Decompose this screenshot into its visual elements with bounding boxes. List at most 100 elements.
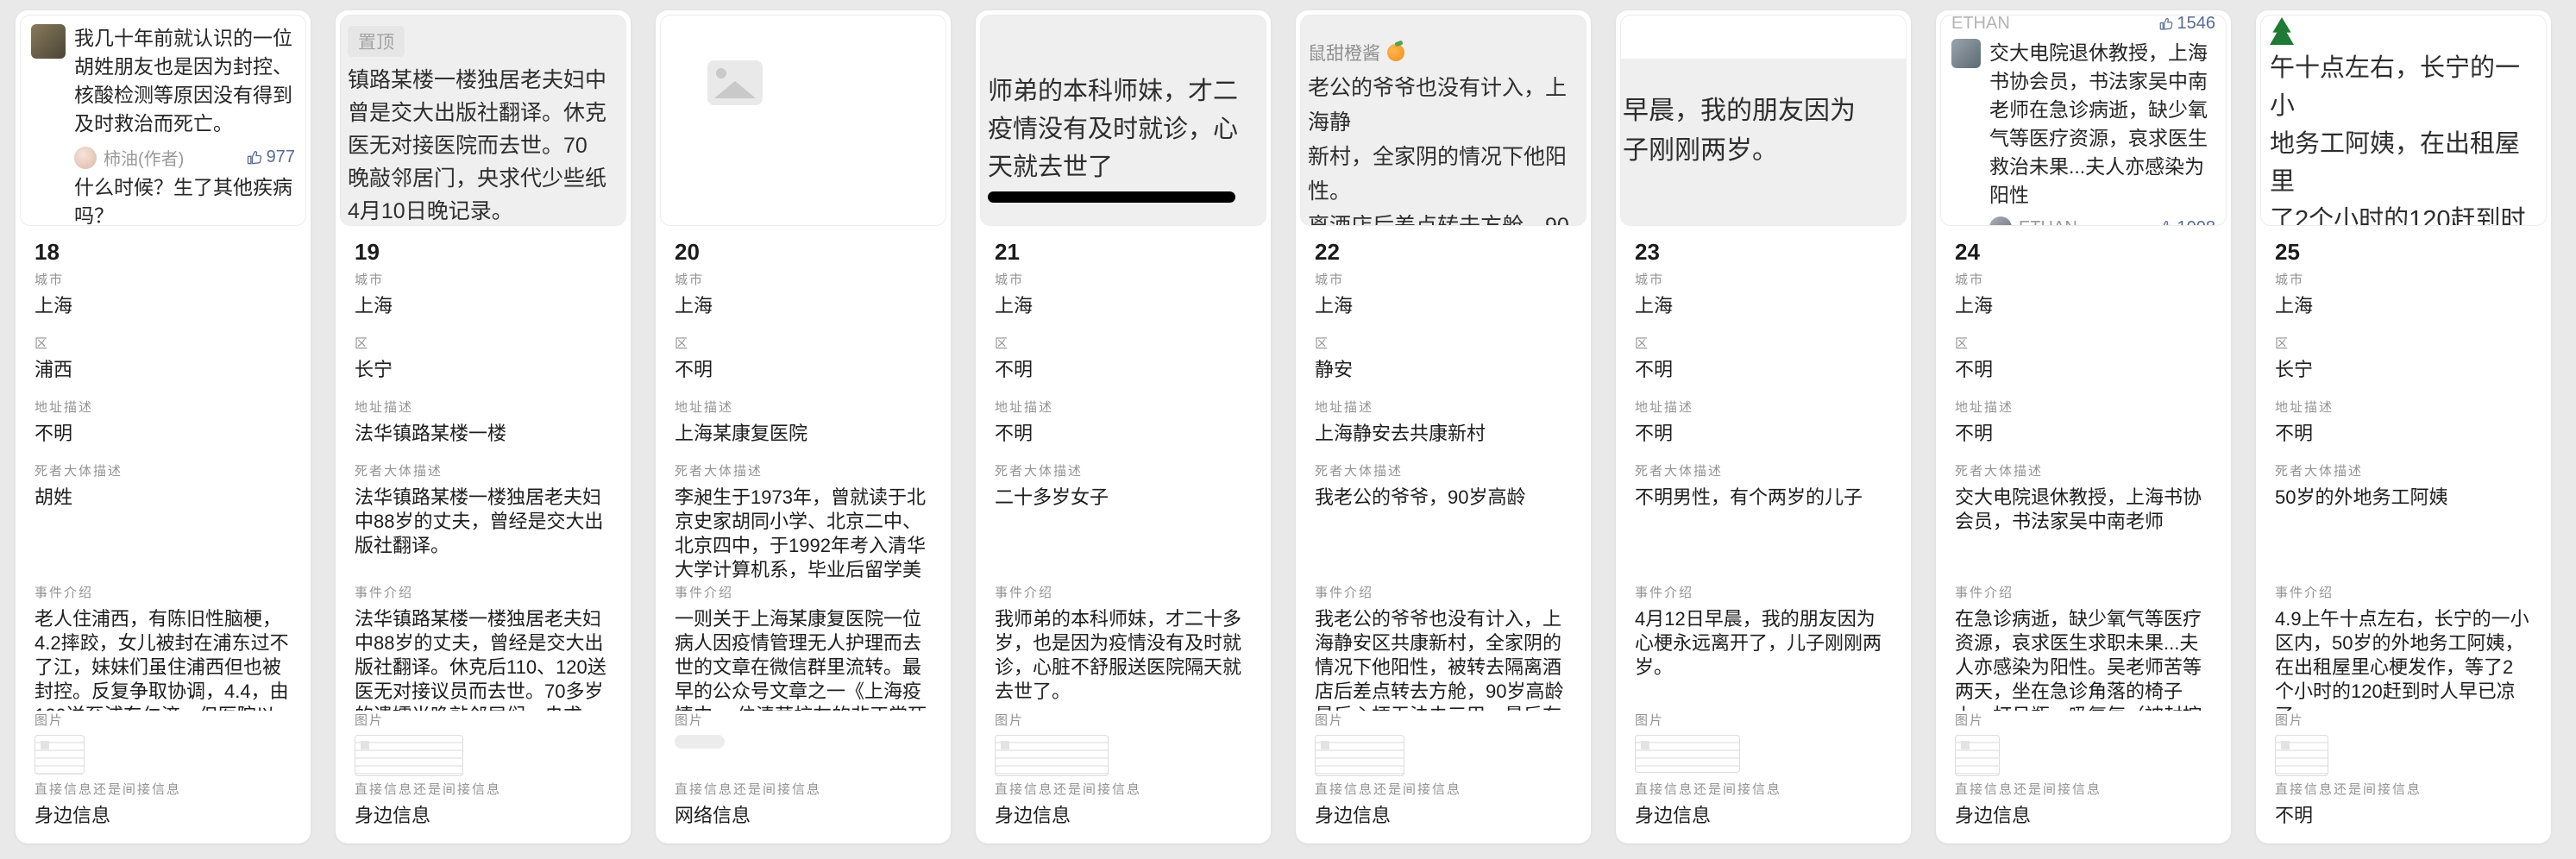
record-gallery: 我几十年前就认识的一位胡姓朋友也是因为封控、核酸检测等原因没有得到及时救治而死亡… xyxy=(0,0,2576,843)
field-value-deceased: 我老公的爷爷，90岁高龄 xyxy=(1315,486,1572,583)
record-card-25[interactable]: 午十点左右，长宁的一小 地务工阿姨，在出租屋里 了2个小时的120赶到时 25 … xyxy=(2256,10,2551,843)
field-label-address: 地址描述 xyxy=(1315,399,1572,417)
field-label-image: 图片 xyxy=(1635,712,1892,730)
attachment-screenshot[interactable]: 置顶 镇路某楼一楼独居老夫妇中 曾是交大出版社翻译。休克 医无对接医院而去世。7… xyxy=(340,15,626,226)
field-label-district: 区 xyxy=(355,335,612,353)
field-value-event: 我师弟的本科师妹，才二十多岁，也是因为疫情没有及时就诊，心脏不舒服送医院隔天就去… xyxy=(995,607,1252,711)
field-label-deceased: 死者大体描述 xyxy=(675,463,932,480)
tree-emoji xyxy=(2270,17,2294,45)
field-label-event: 事件介绍 xyxy=(995,585,1252,602)
field-label-deceased: 死者大体描述 xyxy=(35,463,292,480)
field-value-district: 不明 xyxy=(995,358,1252,382)
attachment-screenshot[interactable] xyxy=(660,15,946,226)
field-value-direct: 网络信息 xyxy=(675,804,932,828)
attachment-screenshot[interactable]: 午十点左右，长宁的一小 地务工阿姨，在出租屋里 了2个小时的120赶到时 xyxy=(2260,15,2547,226)
commenter-name: ETHAN xyxy=(2019,218,2077,227)
field-label-direct: 直接信息还是间接信息 xyxy=(2275,781,2532,799)
record-card-23[interactable]: 早晨，我的朋友因为 子刚刚两岁。 23 城市 上海 区 不明 地址描述 不明 死… xyxy=(1616,10,1911,843)
field-label-image: 图片 xyxy=(2275,712,2532,730)
attachment-thumbnail[interactable] xyxy=(355,735,463,776)
field-value-address: 不明 xyxy=(35,422,292,446)
field-value-direct: 身边信息 xyxy=(35,804,292,828)
field-value-district: 不明 xyxy=(1635,358,1892,382)
field-label-event: 事件介绍 xyxy=(1315,585,1572,602)
attachment-thumbnail[interactable] xyxy=(2275,735,2328,776)
field-value-address: 不明 xyxy=(995,422,1252,446)
attachment-thumbnail[interactable] xyxy=(1955,735,2000,776)
field-label-direct: 直接信息还是间接信息 xyxy=(35,781,292,799)
redaction-bar xyxy=(988,191,1235,203)
field-value-district: 不明 xyxy=(1955,358,2212,382)
record-fields: 19 城市 上海 区 长宁 地址描述 法华镇路某楼一楼 死者大体描述 法华镇路某… xyxy=(336,237,631,828)
field-value-direct: 不明 xyxy=(2275,804,2532,828)
attachment-thumbnail[interactable] xyxy=(675,735,725,749)
field-label-direct: 直接信息还是间接信息 xyxy=(995,781,1252,799)
field-value-event: 我老公的爷爷也没有计入，上海静安区共康新村，全家阴的情况下他阳性，被转去隔离酒店… xyxy=(1315,607,1572,711)
field-label-city: 城市 xyxy=(35,272,292,289)
like-count: 1008 xyxy=(2157,218,2216,227)
post-text: 师弟的本科师妹，才二 疫情没有及时就诊，心 天就去世了 xyxy=(988,72,1257,186)
record-fields: 23 城市 上海 区 不明 地址描述 不明 死者大体描述 不明男性，有个两岁的儿… xyxy=(1616,237,1911,828)
field-value-district: 不明 xyxy=(675,358,932,382)
field-value-city: 上海 xyxy=(1635,294,1892,318)
field-value-deceased: 二十多岁女子 xyxy=(995,486,1252,583)
attachment-thumbnail[interactable] xyxy=(995,735,1109,776)
field-value-city: 上海 xyxy=(995,294,1252,318)
comment-text: 什么时候？生了其他疾病吗？ xyxy=(74,173,295,226)
field-label-address: 地址描述 xyxy=(35,399,292,417)
attachment-screenshot[interactable]: 早晨，我的朋友因为 子刚刚两岁。 xyxy=(1620,15,1907,226)
record-card-21[interactable]: 师弟的本科师妹，才二 疫情没有及时就诊，心 天就去世了 21 城市 上海 区 不… xyxy=(976,10,1271,843)
field-label-direct: 直接信息还是间接信息 xyxy=(1315,781,1572,799)
field-value-address: 不明 xyxy=(1635,422,1892,446)
field-label-deceased: 死者大体描述 xyxy=(1315,463,1572,480)
field-label-city: 城市 xyxy=(995,272,1252,289)
record-card-24[interactable]: ETHAN 1546 交大电院退休教授，上海书协会员，书法家吴中南老师在急诊病逝… xyxy=(1936,10,2231,843)
record-fields: 21 城市 上海 区 不明 地址描述 不明 死者大体描述 二十多岁女子 事件介绍… xyxy=(976,237,1271,828)
field-label-address: 地址描述 xyxy=(995,399,1252,417)
field-label-address: 地址描述 xyxy=(2275,399,2532,417)
record-card-20[interactable]: 20 城市 上海 区 不明 地址描述 上海某康复医院 死者大体描述 李昶生于19… xyxy=(656,10,951,843)
field-label-city: 城市 xyxy=(355,272,612,289)
field-value-district: 长宁 xyxy=(355,358,612,382)
thumbs-up-icon xyxy=(246,149,263,166)
record-card-22[interactable]: 鼠甜橙酱 老公的爷爷也没有计入，上海静 新村，全家阴的情况下他阳性。 离酒店后差… xyxy=(1296,10,1591,843)
attachment-thumbnail[interactable] xyxy=(35,735,85,774)
post-text: 交大电院退休教授，上海书协会员，书法家吴中南老师在急诊病逝，缺少氧气等医疗资源，… xyxy=(1989,39,2215,210)
field-label-deceased: 死者大体描述 xyxy=(1955,463,2212,480)
field-label-image: 图片 xyxy=(1955,712,2212,730)
attachment-screenshot[interactable]: 鼠甜橙酱 老公的爷爷也没有计入，上海静 新村，全家阴的情况下他阳性。 离酒店后差… xyxy=(1300,15,1586,226)
field-label-district: 区 xyxy=(35,335,292,353)
post-text: 老公的爷爷也没有计入，上海静 新村，全家阴的情况下他阳性。 离酒店后差点转去方舱… xyxy=(1308,71,1577,226)
field-label-district: 区 xyxy=(995,335,1252,353)
tangerine-emoji xyxy=(1387,44,1404,61)
avatar xyxy=(74,147,97,169)
field-label-deceased: 死者大体描述 xyxy=(995,463,1252,480)
attachment-screenshot[interactable]: 师弟的本科师妹，才二 疫情没有及时就诊，心 天就去世了 xyxy=(980,15,1266,226)
attachment-thumbnail[interactable] xyxy=(1635,735,1740,773)
field-value-city: 上海 xyxy=(2275,294,2532,318)
record-card-18[interactable]: 我几十年前就认识的一位胡姓朋友也是因为封控、核酸检测等原因没有得到及时救治而死亡… xyxy=(16,10,311,843)
field-value-address: 上海某康复医院 xyxy=(675,422,932,446)
field-value-address: 不明 xyxy=(1955,422,2212,446)
field-label-address: 地址描述 xyxy=(675,399,932,417)
field-value-city: 上海 xyxy=(35,294,292,318)
record-fields: 22 城市 上海 区 静安 地址描述 上海静安去共康新村 死者大体描述 我老公的… xyxy=(1296,237,1591,828)
field-value-address: 法华镇路某楼一楼 xyxy=(355,422,612,446)
field-label-city: 城市 xyxy=(2275,272,2532,289)
field-label-direct: 直接信息还是间接信息 xyxy=(355,781,612,799)
attachment-screenshot[interactable]: ETHAN 1546 交大电院退休教授，上海书协会员，书法家吴中南老师在急诊病逝… xyxy=(1940,15,2227,226)
field-value-district: 静安 xyxy=(1315,358,1572,382)
record-fields: 18 城市 上海 区 浦西 地址描述 不明 死者大体描述 胡姓 事件介绍 老人住… xyxy=(16,237,311,828)
attachment-screenshot[interactable]: 我几十年前就认识的一位胡姓朋友也是因为封控、核酸检测等原因没有得到及时救治而死亡… xyxy=(20,15,306,226)
commenter-name: 柿油(作者) xyxy=(104,145,184,170)
attachment-thumbnail[interactable] xyxy=(1315,735,1404,776)
field-label-address: 地址描述 xyxy=(1955,399,2212,417)
field-value-event: 在急诊病逝，缺少氧气等医疗资源，哀求医生求职未果...夫人亦感染为阳性。吴老师苦… xyxy=(1955,607,2212,711)
record-number: 20 xyxy=(675,237,932,266)
field-label-event: 事件介绍 xyxy=(1635,585,1892,602)
field-label-direct: 直接信息还是间接信息 xyxy=(1635,781,1892,799)
field-label-direct: 直接信息还是间接信息 xyxy=(1955,781,2212,799)
record-card-19[interactable]: 置顶 镇路某楼一楼独居老夫妇中 曾是交大出版社翻译。休克 医无对接医院而去世。7… xyxy=(336,10,631,843)
field-label-district: 区 xyxy=(675,335,932,353)
image-placeholder-icon xyxy=(707,60,763,105)
